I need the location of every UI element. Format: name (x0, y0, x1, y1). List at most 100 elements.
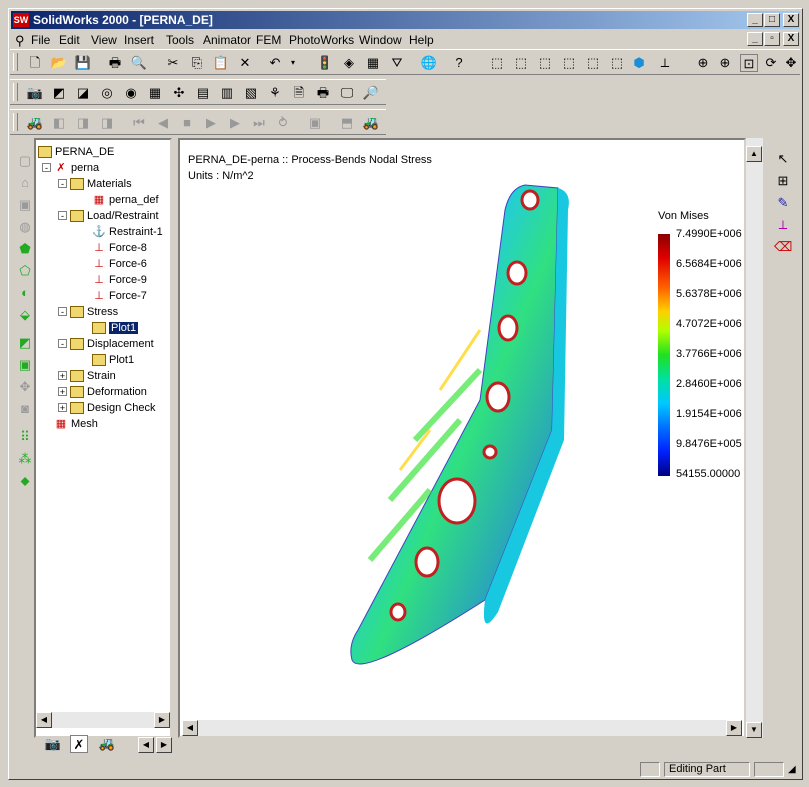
sweep-icon[interactable]: ◍ (16, 218, 34, 236)
grid-icon[interactable]: ▦ (146, 84, 164, 102)
paste-icon[interactable]: 📋 (212, 54, 230, 72)
menu-photoworks[interactable]: PhotoWorks (289, 33, 354, 47)
rewind-start-icon[interactable]: ⏮ (130, 114, 148, 132)
play-icon[interactable]: ▶ (202, 114, 220, 132)
toolbar-grip[interactable] (13, 83, 18, 101)
revolve-icon[interactable]: ▣ (16, 196, 34, 214)
circular-pattern-icon[interactable]: ⁂ (16, 450, 34, 468)
viewport-vertical-scrollbar[interactable]: ▲ ▼ (746, 138, 763, 738)
view-scroll-up-button[interactable]: ▲ (746, 146, 762, 162)
forward-end-icon[interactable]: ⏭ (250, 114, 268, 132)
menu-tools[interactable]: Tools (166, 33, 194, 47)
edit-color-icon[interactable]: ◈ (340, 54, 358, 72)
tree-load-restraint[interactable]: Load/Restraint (70, 208, 159, 224)
view-back-icon[interactable]: ⬚ (512, 54, 530, 72)
draft-icon[interactable]: ✥ (16, 378, 34, 396)
rib-icon[interactable]: ▣ (16, 356, 34, 374)
rotate-view-icon[interactable]: ⟳ (762, 54, 780, 72)
undo-dropdown-icon[interactable]: ▾ (284, 54, 302, 72)
tree-stress-plot[interactable]: Plot1 (92, 320, 139, 336)
view-scroll-down-button[interactable]: ▼ (746, 722, 762, 738)
print-icon[interactable]: 🖶 (106, 54, 124, 72)
cut-extrude-icon[interactable]: ⬟ (16, 240, 34, 258)
view-bottom-icon[interactable]: ⬚ (608, 54, 626, 72)
help-question-icon[interactable]: ? (450, 54, 468, 72)
tree-force-6[interactable]: ⊥ Force-6 (92, 256, 147, 272)
tree-material-item[interactable]: ▦ perna_def (92, 192, 159, 208)
study-icon[interactable]: ◩ (50, 84, 68, 102)
graphics-area[interactable]: PERNA_DE-perna :: Process-Bends Nodal St… (178, 138, 746, 738)
doc-close-button[interactable]: X (783, 32, 799, 46)
toolbar-grip[interactable] (13, 113, 18, 131)
view-scroll-right-button[interactable]: ▶ (726, 720, 742, 736)
step-forward-icon[interactable]: ▶ (226, 114, 244, 132)
tree-force-7[interactable]: ⊥ Force-7 (92, 288, 147, 304)
scroll-left-button[interactable]: ◀ (36, 712, 52, 728)
tab-scroll-left-button[interactable]: ◀ (138, 737, 154, 753)
anim-explode-icon[interactable]: ◨ (74, 114, 92, 132)
document-icon[interactable]: 🗎 (290, 84, 308, 102)
menu-animator[interactable]: Animator (203, 33, 251, 47)
menu-file[interactable]: File (31, 33, 50, 47)
run-icon[interactable]: ◉ (122, 84, 140, 102)
doc-minimize-button[interactable]: _ (747, 32, 763, 46)
tree-disp-plot[interactable]: Plot1 (92, 352, 134, 368)
color-grid-icon[interactable]: ▦ (364, 54, 382, 72)
animator-icon[interactable]: 🚜 (26, 114, 44, 132)
tree-horizontal-scrollbar[interactable]: ◀ ▶ (36, 712, 170, 728)
expand-strain-toggle[interactable]: + (58, 371, 67, 381)
tree-mesh[interactable]: ▦ Mesh (54, 416, 98, 432)
minimize-button[interactable]: _ (747, 13, 763, 27)
probe-icon[interactable]: 🔎 (362, 84, 380, 102)
mirror-icon[interactable]: ⬥ (16, 472, 34, 490)
resize-grip-icon[interactable]: ◢ (788, 764, 796, 775)
undo-icon[interactable]: ↶ (266, 54, 284, 72)
globe-icon[interactable]: 🌐 (420, 54, 438, 72)
zoom-to-fit-icon[interactable]: ⊕ (694, 54, 712, 72)
pin-icon[interactable]: ⚲ (15, 33, 25, 49)
menu-edit[interactable]: Edit (59, 33, 80, 47)
view-front-icon[interactable]: ⬚ (488, 54, 506, 72)
expand-deformation-toggle[interactable]: + (58, 387, 67, 397)
configuration-tab-icon[interactable]: 🚜 (98, 735, 116, 753)
anim-record-icon[interactable]: ◧ (50, 114, 68, 132)
feature-manager-tab-icon[interactable]: 📷 (44, 735, 62, 753)
loop-icon[interactable]: ⥁ (274, 114, 292, 132)
tree-displacement[interactable]: Displacement (70, 336, 154, 352)
pan-icon[interactable]: ✥ (782, 54, 800, 72)
pattern-icon[interactable]: ✣ (170, 84, 188, 102)
collapse-stress-toggle[interactable]: - (58, 307, 67, 317)
zoom-in-icon[interactable]: ⊕ (716, 54, 734, 72)
tree-study[interactable]: ✗ perna (54, 160, 99, 176)
maximize-button[interactable]: □ (764, 13, 780, 27)
save-anim-icon[interactable]: 🚜 (362, 114, 380, 132)
collapse-materials-toggle[interactable]: - (58, 179, 67, 189)
delete-icon[interactable]: ✕ (236, 54, 254, 72)
normal-to-icon[interactable]: ⟂ (656, 54, 674, 72)
tree-strain[interactable]: Strain (70, 368, 116, 384)
tree-restraint-1[interactable]: ⚓ Restraint-1 (92, 224, 163, 240)
camera-icon[interactable]: 📷 (26, 84, 44, 102)
cut-revolve-icon[interactable]: ⬠ (16, 262, 34, 280)
tree-design-check[interactable]: Design Check (70, 400, 155, 416)
view-top-icon[interactable]: ⬚ (584, 54, 602, 72)
tree-deformation[interactable]: Deformation (70, 384, 147, 400)
table-icon[interactable]: ▤ (194, 84, 212, 102)
view-right-icon[interactable]: ⬚ (560, 54, 578, 72)
extrude-icon[interactable]: ⌂ (16, 174, 34, 192)
anim-collapse-icon[interactable]: ◨ (98, 114, 116, 132)
stop-icon[interactable]: ■ (178, 114, 196, 132)
monitor-icon[interactable]: 🖵 (338, 84, 356, 102)
rebuild-icon[interactable]: 🚦 (316, 54, 334, 72)
collapse-load-toggle[interactable]: - (58, 211, 67, 221)
shell-icon[interactable]: ◩ (16, 334, 34, 352)
fillet-icon[interactable]: ◐ (16, 284, 34, 302)
sketch-icon[interactable]: ▢ (16, 152, 34, 170)
viewport-horizontal-scrollbar[interactable]: ◀ ▶ (182, 720, 742, 736)
chamfer-icon[interactable]: ⬙ (16, 306, 34, 324)
doc-restore-button[interactable]: ▫ (764, 32, 780, 46)
dimension-icon[interactable]: ⟂ (774, 216, 792, 234)
menu-fem[interactable]: FEM (256, 33, 281, 47)
grid-toggle-icon[interactable]: ⊞ (774, 172, 792, 190)
tree-root[interactable]: PERNA_DE (38, 144, 114, 160)
